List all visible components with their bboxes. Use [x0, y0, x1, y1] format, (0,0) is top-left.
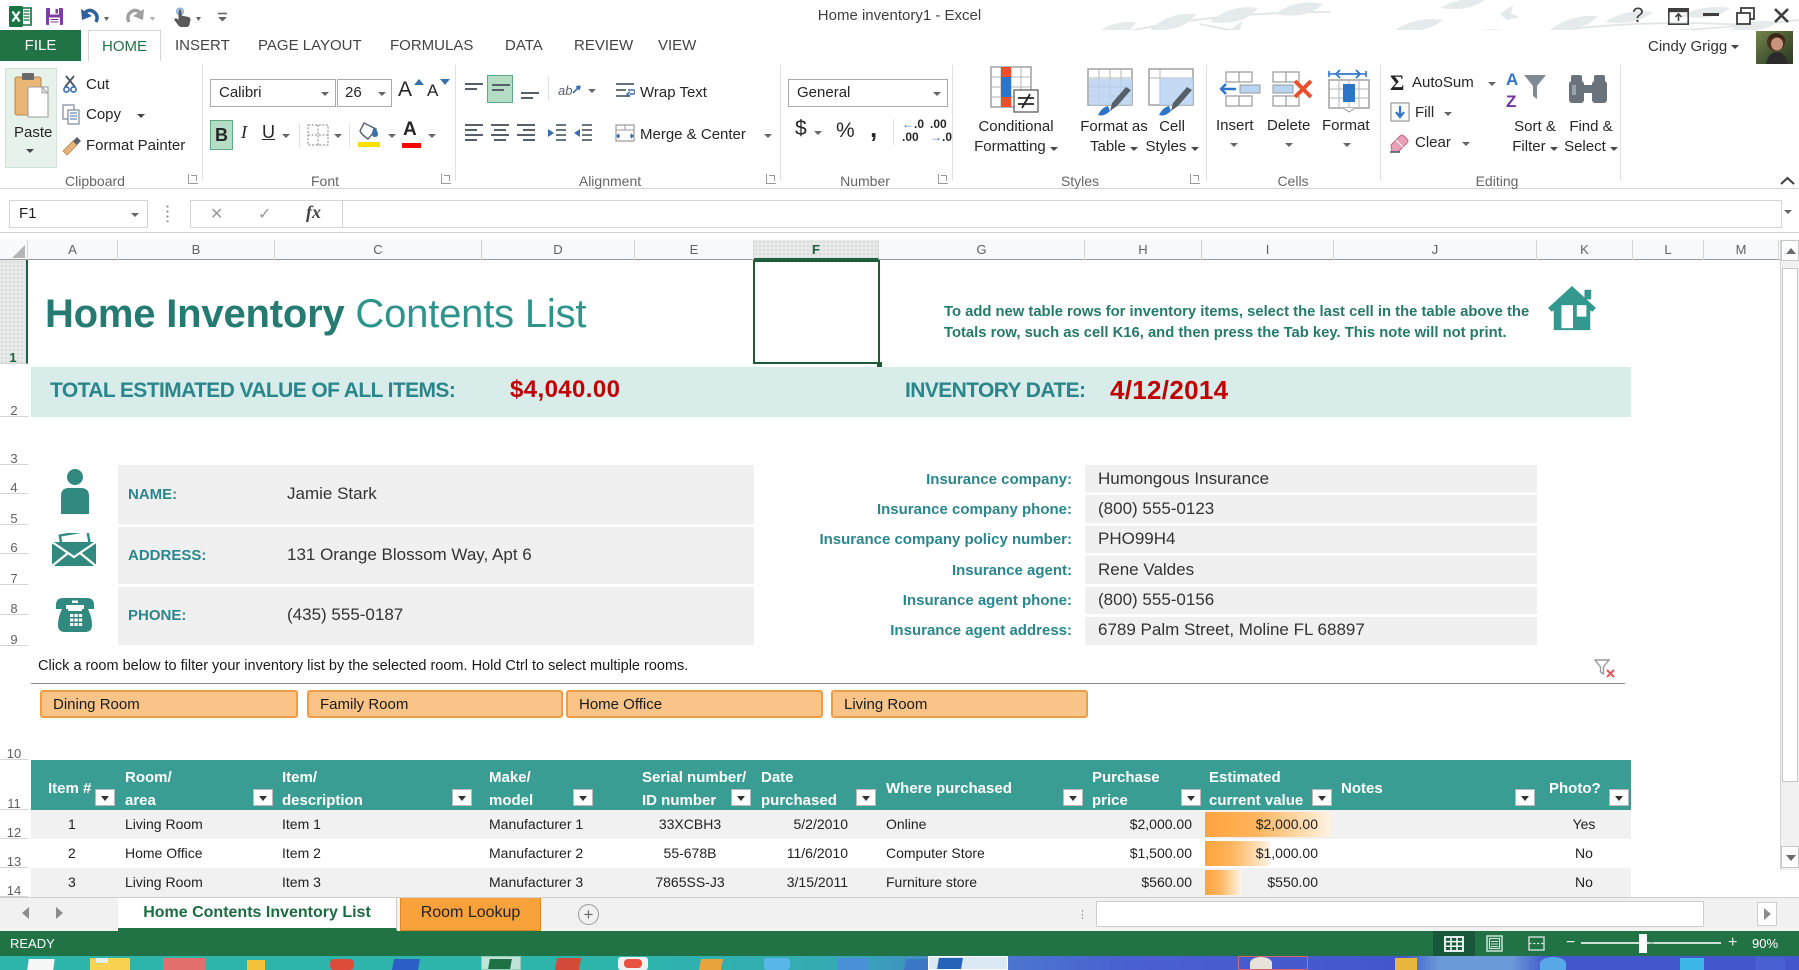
svg-text:A: A [1506, 70, 1518, 89]
svg-text:Z: Z [1506, 92, 1516, 111]
svg-text:ab: ab [558, 83, 572, 98]
